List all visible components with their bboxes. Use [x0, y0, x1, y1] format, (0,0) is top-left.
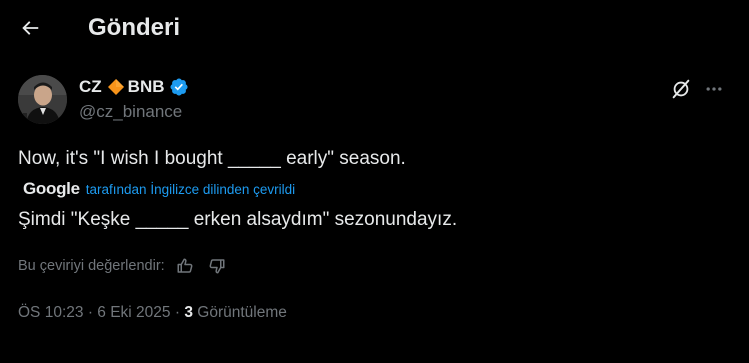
- avatar[interactable]: [18, 75, 67, 124]
- rate-translation-prompt: Bu çeviriyi değerlendir:: [18, 258, 165, 274]
- more-dots-icon: [706, 87, 722, 91]
- grok-icon: [672, 79, 690, 99]
- tweet-meta: ÖS 10:23 · 6 Eki 2025 · 3 Görüntüleme: [18, 304, 287, 322]
- thumbs-down-button[interactable]: [205, 256, 229, 276]
- thumbs-down-icon: [209, 259, 225, 274]
- translation-attribution[interactable]: Google tarafından İngilizce dilinden çev…: [23, 178, 295, 200]
- meta-separator: ·: [174, 304, 181, 321]
- author-name: CZ: [79, 77, 102, 96]
- views-label: Görüntüleme: [197, 304, 287, 321]
- views-count: 3: [184, 304, 193, 321]
- verified-badge-icon: [169, 77, 189, 97]
- author-handle[interactable]: @cz_binance: [79, 102, 182, 122]
- page-title: Gönderi: [88, 14, 181, 41]
- arrow-left-icon: [22, 21, 39, 35]
- translated-text: Şimdi "Keşke _____ erken alsaydım" sezon…: [18, 209, 458, 230]
- google-logo: Google: [23, 179, 80, 198]
- meta-separator: ·: [87, 304, 93, 321]
- author-name-row[interactable]: CZ BNB: [79, 76, 189, 98]
- page-header: Gönderi: [0, 0, 749, 56]
- grok-button[interactable]: [668, 76, 694, 102]
- more-options-button[interactable]: [700, 76, 728, 102]
- tweet-date[interactable]: 6 Eki 2025: [97, 304, 170, 321]
- translation-label: tarafından İngilizce dilinden çevrildi: [85, 181, 296, 197]
- thumbs-up-icon: [177, 258, 193, 273]
- rate-translation-row: Bu çeviriyi değerlendir:: [18, 256, 237, 276]
- tweet-text: Now, it's "I wish I bought _____ early" …: [18, 148, 406, 169]
- back-button[interactable]: [12, 10, 48, 46]
- tweet-time[interactable]: ÖS 10:23: [18, 304, 84, 321]
- author-name-suffix: BNB: [127, 77, 165, 96]
- thumbs-up-button[interactable]: [173, 256, 197, 276]
- avatar-image: [18, 75, 67, 124]
- orange-diamond-icon: [107, 78, 125, 96]
